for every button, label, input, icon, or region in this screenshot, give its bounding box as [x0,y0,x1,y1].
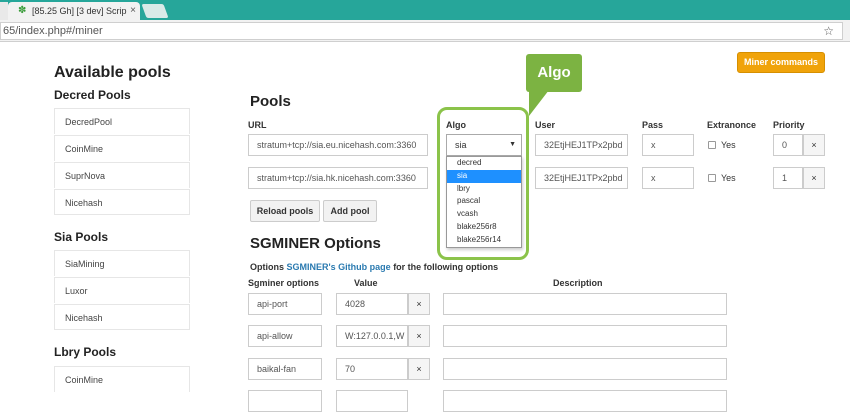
priority-input[interactable]: 0 [773,134,803,156]
reload-pools-button[interactable]: Reload pools [250,200,320,222]
priority-column-header: Priority [773,120,805,130]
options-prefix: Options [250,262,284,272]
extranonce-checkbox[interactable] [708,141,716,149]
pool-url-input[interactable]: stratum+tcp://sia.eu.nicehash.com:3360 [248,134,428,156]
pool-pass-input[interactable]: x [642,167,694,189]
tab-title: [85.25 Gh] [3 dev] Scrip [32,6,127,16]
pass-column-header: Pass [642,120,664,130]
sgminer-value-input[interactable]: 70 [336,358,408,380]
miner-commands-button[interactable]: Miner commands [737,52,825,73]
algo-callout-label: Algo [526,54,582,92]
sgminer-options-column-header: Sgminer options [248,278,320,288]
sgminer-description-field-partial[interactable] [443,390,727,412]
priority-input[interactable]: 1 [773,167,803,189]
sgminer-description-field[interactable] [443,293,727,315]
algo-callout-frame [437,107,529,260]
address-bar: 65/index.php#/miner ☆ [0,20,850,42]
options-suffix: for the following options [393,262,499,272]
remove-option-button[interactable]: × [408,325,430,347]
sgminer-github-link[interactable]: SGMINER's Github page [287,262,391,272]
value-column-header: Value [354,278,378,288]
favicon-icon: ✽ [18,5,27,16]
extranonce-column-header: Extranonce [707,120,757,130]
user-column-header: User [535,120,556,130]
decred-pools-heading: Decred Pools [54,88,131,102]
remove-option-button[interactable]: × [408,293,430,315]
sidebar-item-coinmine[interactable]: CoinMine [54,135,190,161]
sgminer-option-input-partial[interactable] [248,390,322,412]
extranonce-label: Yes [721,173,736,183]
sidebar-item-nicehash[interactable]: Nicehash [54,189,190,215]
tab-close-icon[interactable]: × [130,2,136,20]
available-pools-title: Available pools [54,64,171,81]
sidebar-item-coinmine-lbry[interactable]: CoinMine [54,366,190,392]
sgminer-value-input-partial[interactable] [336,390,408,412]
extranonce-checkbox[interactable] [708,174,716,182]
description-column-header: Description [553,278,603,288]
sia-pools-heading: Sia Pools [54,230,109,244]
url-text: 65/index.php#/miner [3,25,103,37]
pool-user-input[interactable]: 32EtjHEJ1TPx2pbd [535,167,628,189]
url-column-header: URL [248,120,267,130]
remove-pool-button[interactable]: × [803,167,825,189]
sidebar-item-suprnova[interactable]: SuprNova [54,162,190,188]
sgminer-description-field[interactable] [443,358,727,380]
browser-tab[interactable]: ✽ [85.25 Gh] [3 dev] Scrip × [8,2,140,20]
bookmark-star-icon[interactable]: ☆ [823,23,834,39]
remove-pool-button[interactable]: × [803,134,825,156]
pool-pass-input[interactable]: x [642,134,694,156]
pool-url-input[interactable]: stratum+tcp://sia.hk.nicehash.com:3360 [248,167,428,189]
pool-user-input[interactable]: 32EtjHEJ1TPx2pbd [535,134,628,156]
sgminer-options-note: Options SGMINER's Github page for the fo… [250,262,498,272]
sgminer-option-input[interactable]: baikal-fan [248,358,322,380]
pools-title: Pools [250,93,291,110]
algo-callout-pointer [529,90,549,116]
browser-tab-strip: ✽ [85.25 Gh] [3 dev] Scrip × [0,0,850,20]
new-tab-button[interactable] [141,4,169,18]
sgminer-options-title: SGMINER Options [250,235,381,252]
extranonce-label: Yes [721,140,736,150]
sidebar-item-luxor[interactable]: Luxor [54,277,190,303]
sgminer-option-input[interactable]: api-allow [248,325,322,347]
remove-option-button[interactable]: × [408,358,430,380]
sgminer-value-input[interactable]: W:127.0.0.1,W [336,325,408,347]
sidebar-item-nicehash-sia[interactable]: Nicehash [54,304,190,330]
sidebar-item-decredpool[interactable]: DecredPool [54,108,190,134]
lbry-pools-heading: Lbry Pools [54,345,117,359]
add-pool-button[interactable]: Add pool [323,200,377,222]
sgminer-value-input[interactable]: 4028 [336,293,408,315]
tab-edge [0,2,8,20]
sidebar-item-siamining[interactable]: SiaMining [54,250,190,276]
url-field[interactable]: 65/index.php#/miner ☆ [0,22,843,40]
sgminer-option-input[interactable]: api-port [248,293,322,315]
sgminer-description-field[interactable] [443,325,727,347]
